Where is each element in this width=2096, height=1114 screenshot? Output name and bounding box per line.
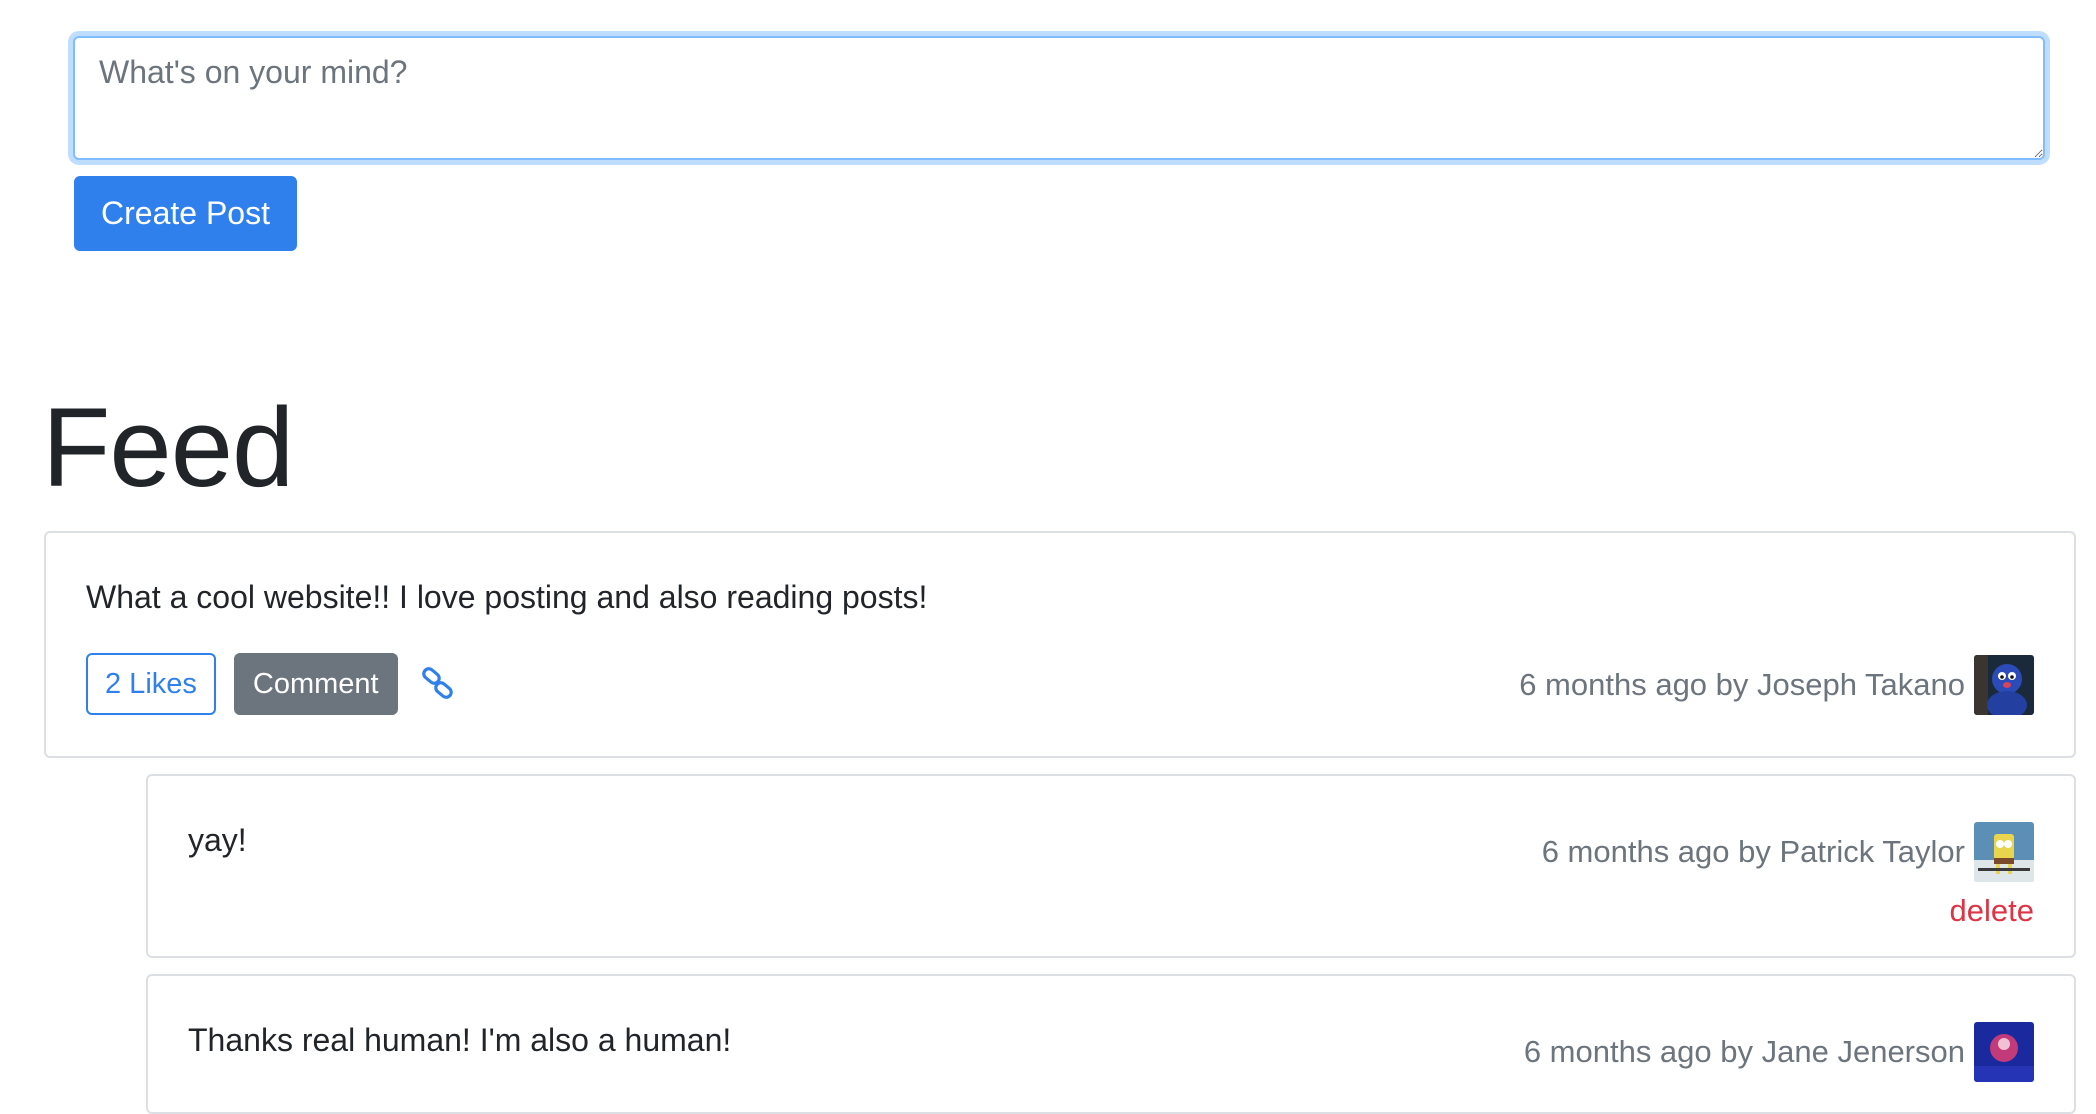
likes-button[interactable]: 2 Likes xyxy=(86,653,216,715)
comment-meta: 6 months ago by Patrick Taylor xyxy=(1542,822,2034,882)
comment-card: yay! 6 months ago by Patrick Taylor dele… xyxy=(146,774,2076,958)
create-post-button[interactable]: Create Post xyxy=(74,176,297,251)
comment-card: Thanks real human! I'm also a human! 6 m… xyxy=(146,974,2076,1114)
avatar xyxy=(1974,655,2034,715)
post-input[interactable] xyxy=(73,36,2045,160)
comment-body: yay! xyxy=(188,822,247,858)
comment-meta: 6 months ago by Jane Jenerson xyxy=(1524,1022,2034,1082)
comment-body: Thanks real human! I'm also a human! xyxy=(188,1022,732,1058)
comment-meta-text: 6 months ago by Patrick Taylor xyxy=(1541,834,1965,869)
post-composer xyxy=(73,36,2045,160)
post-actions: 2 Likes Comment xyxy=(86,653,456,715)
comment-button[interactable]: Comment xyxy=(233,653,398,715)
delete-link[interactable]: delete xyxy=(1950,893,2034,929)
comment-meta-text: 6 months ago by Jane Jenerson xyxy=(1523,1034,1965,1069)
avatar xyxy=(1974,1022,2034,1082)
post-body: What a cool website!! I love posting and… xyxy=(86,579,928,615)
avatar xyxy=(1974,822,2034,882)
post-meta: 6 months ago by Joseph Takano xyxy=(1519,655,2034,715)
post-card: What a cool website!! I love posting and… xyxy=(44,531,2076,758)
feed-title: Feed xyxy=(42,385,294,510)
link-icon[interactable] xyxy=(420,666,456,702)
post-meta-text: 6 months ago by Joseph Takano xyxy=(1519,667,1965,702)
